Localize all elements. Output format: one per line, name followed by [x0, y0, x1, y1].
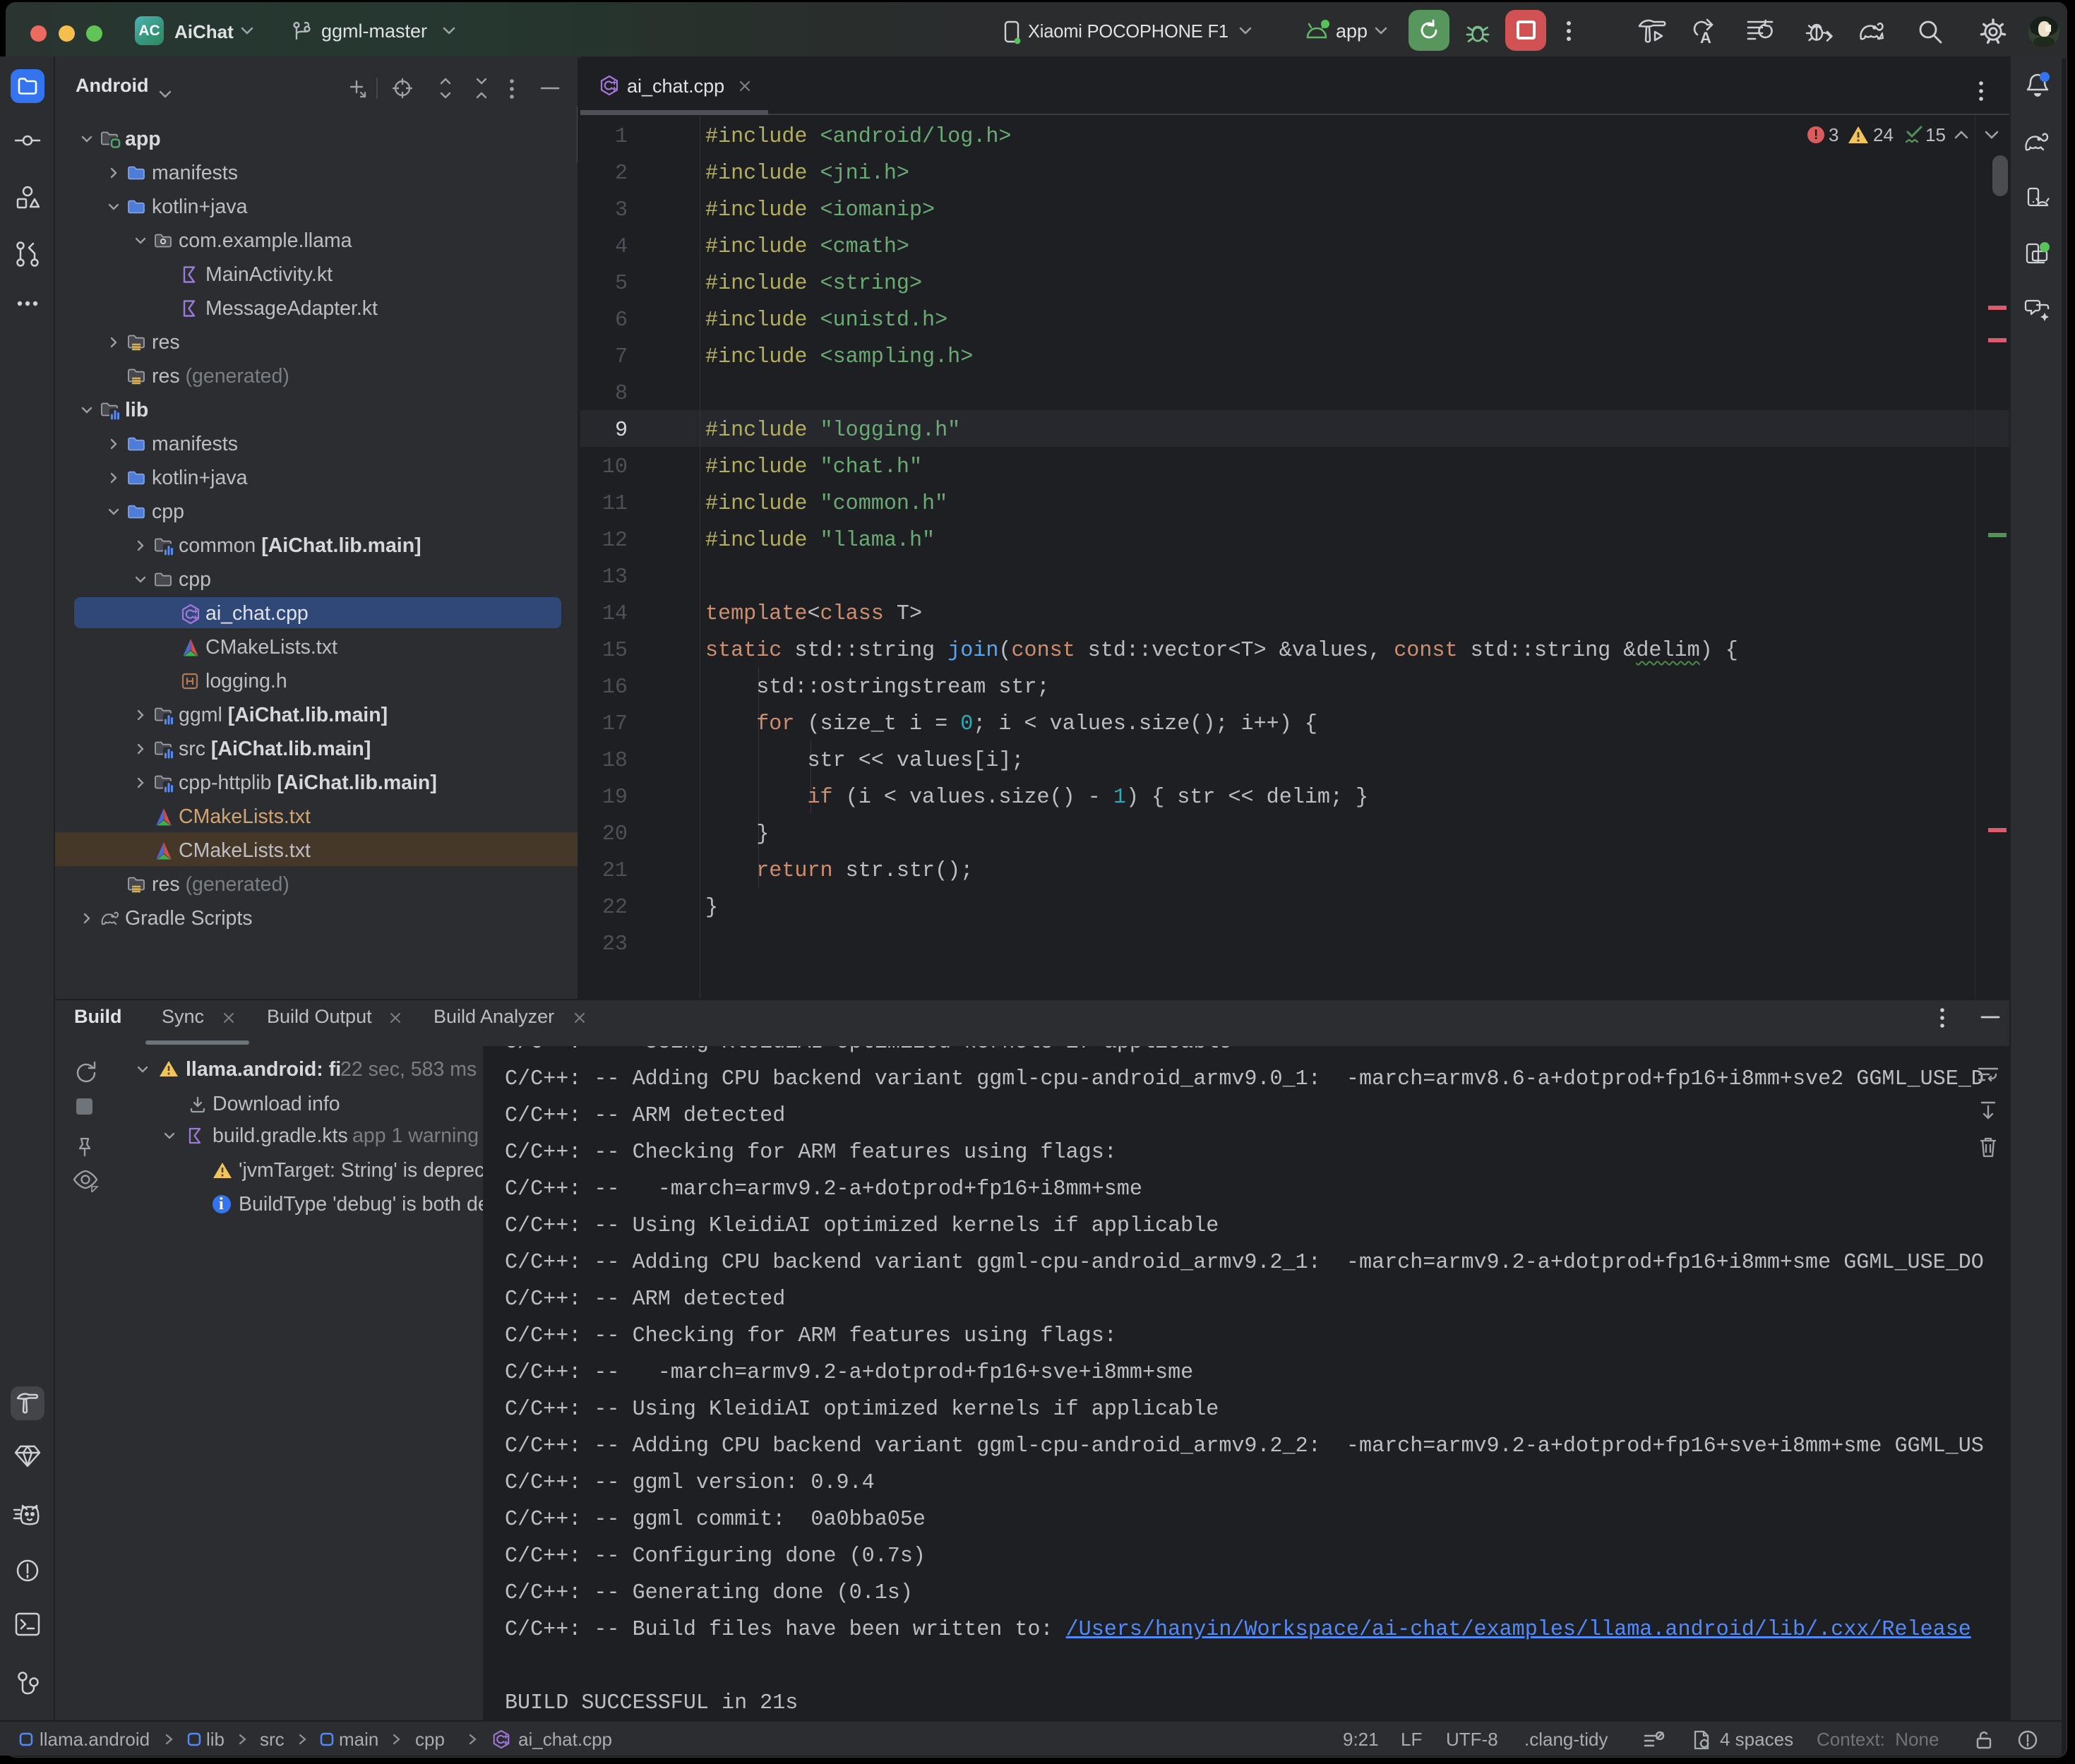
svg-text:A: A	[1700, 29, 1711, 46]
